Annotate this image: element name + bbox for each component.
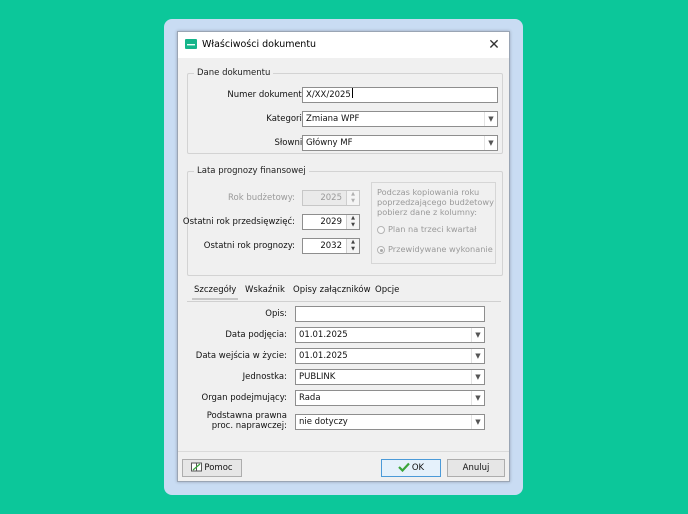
spin-down-icon[interactable]: ▼ [347, 222, 359, 229]
spin-down-icon: ▼ [351, 198, 355, 204]
authority-select[interactable]: Rada ▼ [295, 390, 485, 406]
last-forecast-year-spinner[interactable]: 2032 ▲ ▼ [302, 238, 360, 254]
tab-details[interactable]: Szczegóły [191, 285, 239, 300]
description-label: Opis: [265, 309, 287, 319]
spin-up-icon[interactable]: ▲ [347, 239, 359, 246]
legal-basis-label: Podstawna prawna proc. naprawczej: [206, 411, 287, 431]
adoption-date-label: Data podjęcia: [225, 330, 287, 340]
footer-divider [178, 451, 509, 452]
last-project-year-label: Ostatni rok przedsięwzięć: [182, 217, 295, 227]
title-bar: Właściwości dokumentu ✕ [178, 32, 509, 58]
category-select[interactable]: Zmiana WPF ▼ [302, 111, 498, 127]
adoption-date-picker[interactable]: 01.01.2025 ▼ [295, 327, 485, 343]
cancel-button[interactable]: Anuluj [447, 459, 505, 477]
dictionary-select[interactable]: Główny MF ▼ [302, 135, 498, 151]
description-input[interactable] [295, 306, 485, 322]
tab-indicator[interactable]: Wskaźnik [245, 285, 285, 295]
effective-date-label: Data wejścia w życie: [195, 351, 287, 361]
spin-up-icon[interactable]: ▲ [347, 215, 359, 222]
last-forecast-year-label: Ostatni rok prognozy: [203, 241, 295, 251]
unit-select[interactable]: PUBLINK ▼ [295, 369, 485, 385]
ok-button[interactable]: OK [381, 459, 441, 477]
chevron-down-icon[interactable]: ▼ [484, 136, 497, 150]
last-project-year-spinner[interactable]: 2029 ▲ ▼ [302, 214, 360, 230]
help-book-icon [191, 462, 203, 472]
unit-label: Jednostka: [242, 372, 287, 382]
budget-year-spinner: 2025 ▲ ▼ [302, 190, 360, 206]
text-caret [351, 88, 353, 98]
chevron-down-icon[interactable]: ▼ [471, 415, 484, 429]
close-icon: ✕ [488, 37, 500, 53]
document-number-input[interactable]: X/XX/2025 [302, 87, 498, 103]
spin-down-icon[interactable]: ▼ [347, 246, 359, 253]
tab-strip: Szczegóły Wskaźnik Opisy załączników Opc… [187, 283, 501, 302]
tab-options[interactable]: Opcje [375, 285, 399, 295]
forecast-years-legend: Lata prognozy finansowej [197, 166, 306, 176]
authority-label: Organ podejmujący: [201, 393, 288, 403]
budget-year-label: Rok budżetowy: [228, 193, 295, 203]
spin-up-icon: ▲ [351, 191, 355, 197]
document-data-legend: Dane dokumentu [197, 68, 271, 78]
radio-plan-q3: Plan na trzeci kwartał [377, 224, 477, 234]
chevron-down-icon[interactable]: ▼ [471, 349, 484, 363]
radio-unchecked-icon [377, 226, 385, 234]
checkmark-icon [398, 462, 410, 473]
chevron-down-icon[interactable]: ▼ [484, 112, 497, 126]
radio-checked-icon [377, 246, 385, 254]
effective-date-picker[interactable]: 01.01.2025 ▼ [295, 348, 485, 364]
tab-attachment-descriptions[interactable]: Opisy załączników [293, 285, 371, 295]
app-icon [185, 39, 197, 49]
legal-basis-select[interactable]: nie dotyczy ▼ [295, 414, 485, 430]
chevron-down-icon[interactable]: ▼ [471, 328, 484, 342]
copy-source-box: Podczas kopiowania roku poprzedzającego … [371, 182, 496, 264]
copy-source-description: Podczas kopiowania roku poprzedzającego … [377, 187, 494, 217]
help-button[interactable]: Pomoc [182, 459, 242, 477]
chevron-down-icon[interactable]: ▼ [471, 391, 484, 405]
close-button[interactable]: ✕ [485, 36, 503, 54]
document-number-label: Numer dokumentu: [227, 90, 310, 100]
chevron-down-icon[interactable]: ▼ [471, 370, 484, 384]
window-title: Właściwości dokumentu [202, 39, 317, 50]
radio-expected-execution: Przewidywane wykonanie [377, 244, 493, 254]
document-properties-dialog: Właściwości dokumentu ✕ Dane dokumentu N… [177, 31, 510, 482]
